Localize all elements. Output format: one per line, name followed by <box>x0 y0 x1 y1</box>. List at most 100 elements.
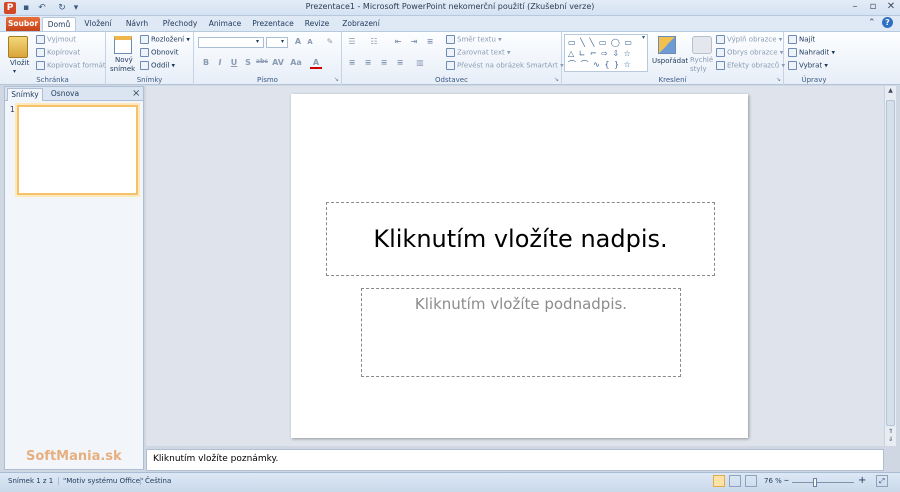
reset-button[interactable]: Obnovit <box>140 48 179 57</box>
quick-styles-label-1[interactable]: Rychlé <box>690 56 713 64</box>
slide-canvas[interactable]: Kliknutím vložíte nadpis. Kliknutím vlož… <box>291 94 748 438</box>
align-left-icon[interactable]: ≡ <box>346 58 358 67</box>
next-slide-icon[interactable]: ⇓ <box>886 436 895 444</box>
align-right-icon[interactable]: ≡ <box>378 58 390 67</box>
maximize-button[interactable]: ▫ <box>864 0 882 14</box>
new-slide-label-2[interactable]: snímek <box>110 65 135 73</box>
reading-view-icon[interactable] <box>745 475 757 487</box>
select-button[interactable]: Vybrat ▾ <box>788 61 828 70</box>
strike-button[interactable]: abc <box>256 58 268 65</box>
drawing-dialog-launcher-icon[interactable]: ↘ <box>776 76 781 83</box>
scroll-up-icon[interactable]: ▲ <box>886 87 895 96</box>
tab-insert[interactable]: Vložení <box>80 17 116 31</box>
notes-pane[interactable]: Kliknutím vložíte poznámky. <box>146 449 884 471</box>
quick-styles-label-2[interactable]: styly <box>690 65 707 73</box>
grow-font-icon[interactable]: A <box>292 37 304 46</box>
tab-design[interactable]: Návrh <box>120 17 154 31</box>
slide-thumbnail[interactable] <box>17 105 138 195</box>
zoom-slider-knob[interactable] <box>812 478 817 487</box>
bold-button[interactable]: B <box>200 58 212 67</box>
tab-outline-panel[interactable]: Osnova <box>47 88 83 101</box>
bullets-icon[interactable]: ☰ <box>346 37 358 46</box>
decrease-indent-icon[interactable]: ⇤ <box>392 37 404 46</box>
new-slide-icon[interactable] <box>114 36 132 54</box>
shapes-row-1: ▭ ╲ ╲ ▭ ◯ ▭ <box>568 38 633 47</box>
new-slide-label-1[interactable]: Nový <box>115 56 133 64</box>
title-placeholder[interactable]: Kliknutím vložíte nadpis. <box>326 202 715 276</box>
find-label: Najít <box>799 35 816 44</box>
line-spacing-icon[interactable]: ≡ <box>424 37 436 46</box>
font-dialog-launcher-icon[interactable]: ↘ <box>334 76 339 83</box>
shape-effects-label: Efekty obrazců <box>727 61 780 70</box>
scroll-thumb[interactable] <box>886 100 895 426</box>
shape-outline-button[interactable]: Obrys obrazce ▾ <box>716 48 783 57</box>
copy-button[interactable]: Kopírovat <box>36 48 80 57</box>
font-size-combo[interactable] <box>266 37 288 48</box>
paragraph-dialog-launcher-icon[interactable]: ↘ <box>554 76 559 83</box>
tab-home[interactable]: Domů <box>42 17 76 31</box>
arrange-icon[interactable] <box>658 36 676 54</box>
zoom-slider[interactable] <box>792 482 854 483</box>
shape-fill-button[interactable]: Výplň obrazce ▾ <box>716 35 782 44</box>
subtitle-placeholder[interactable]: Kliknutím vložíte podnadpis. <box>361 288 681 377</box>
fit-to-window-icon[interactable]: ⤢ <box>876 475 888 487</box>
columns-icon[interactable]: ▥ <box>414 58 426 67</box>
minimize-ribbon-icon[interactable]: ⌃ <box>868 18 876 28</box>
shapes-gallery[interactable]: ▭ ╲ ╲ ▭ ◯ ▭ △ ∟ ⌐ ⇨ ⇩ ☆ ⌒ ⌒ ∿ { } ☆ <box>564 34 648 72</box>
tab-review[interactable]: Revize <box>300 17 334 31</box>
close-button[interactable]: ✕ <box>882 0 900 14</box>
normal-view-icon[interactable] <box>713 475 725 487</box>
cut-button[interactable]: Vyjmout <box>36 35 76 44</box>
replace-button[interactable]: Nahradit ▾ <box>788 48 835 57</box>
quick-styles-icon[interactable] <box>692 36 712 54</box>
change-case-icon[interactable]: Aa <box>290 58 302 67</box>
font-color-icon[interactable]: A <box>310 58 322 69</box>
format-painter-button[interactable]: Kopírovat formát <box>36 61 106 70</box>
justify-icon[interactable]: ≡ <box>394 58 406 67</box>
align-text-button[interactable]: Zarovnat text ▾ <box>446 48 511 57</box>
char-spacing-icon[interactable]: AV <box>272 58 284 67</box>
group-font: ▾ ▾ A A ✎ B I U S abc AV Aa A Písmo ↘ <box>194 32 342 85</box>
paste-icon[interactable] <box>8 36 28 58</box>
shape-effects-button[interactable]: Efekty obrazců ▾ <box>716 61 785 70</box>
prev-slide-icon[interactable]: ⇑ <box>886 428 895 436</box>
status-language[interactable]: Čeština <box>140 477 171 485</box>
slide-sorter-view-icon[interactable] <box>729 475 741 487</box>
underline-button[interactable]: U <box>228 58 240 67</box>
arrange-button[interactable]: Uspořádat <box>652 57 688 65</box>
text-direction-label: Směr textu <box>457 35 496 44</box>
font-size-dropdown-icon[interactable]: ▾ <box>281 38 284 45</box>
tab-slideshow[interactable]: Prezentace <box>250 17 296 31</box>
paste-dropdown-icon[interactable]: ▾ <box>13 68 16 75</box>
panel-close-icon[interactable]: × <box>132 88 140 99</box>
help-icon[interactable]: ? <box>882 17 893 28</box>
paste-button[interactable]: Vložit <box>10 59 29 67</box>
tab-animations[interactable]: Animace <box>204 17 246 31</box>
vertical-scrollbar[interactable]: ▲ ⇑ ⇓ <box>884 86 896 446</box>
increase-indent-icon[interactable]: ⇥ <box>408 37 420 46</box>
numbering-icon[interactable]: ☷ <box>368 37 380 46</box>
find-button[interactable]: Najít <box>788 35 815 44</box>
shadow-button[interactable]: S <box>242 58 254 67</box>
font-name-dropdown-icon[interactable]: ▾ <box>256 38 259 45</box>
shapes-more-icon[interactable]: ▾ <box>642 34 645 41</box>
layout-button[interactable]: Rozložení ▾ <box>140 35 190 44</box>
minimize-button[interactable]: – <box>846 0 864 14</box>
tab-slides-panel[interactable]: Snímky <box>7 88 43 101</box>
text-direction-button[interactable]: Směr textu ▾ <box>446 35 502 44</box>
zoom-out-icon[interactable]: – <box>784 475 789 486</box>
tab-file[interactable]: Soubor <box>6 17 40 31</box>
status-theme[interactable]: "Motiv systému Office" <box>58 477 143 485</box>
tab-view[interactable]: Zobrazení <box>338 17 384 31</box>
smartart-button[interactable]: Převést na obrázek SmartArt ▾ <box>446 61 564 70</box>
clear-format-icon[interactable]: ✎ <box>324 37 336 46</box>
tab-transitions[interactable]: Přechody <box>158 17 202 31</box>
align-text-label: Zarovnat text <box>457 48 505 57</box>
shrink-font-icon[interactable]: A <box>304 38 316 46</box>
align-center-icon[interactable]: ≡ <box>362 58 374 67</box>
italic-button[interactable]: I <box>214 58 226 67</box>
status-zoom-level[interactable]: 76 % <box>764 477 782 485</box>
font-name-combo[interactable] <box>198 37 264 48</box>
zoom-in-icon[interactable]: + <box>858 475 866 486</box>
section-button[interactable]: Oddíl ▾ <box>140 61 175 70</box>
